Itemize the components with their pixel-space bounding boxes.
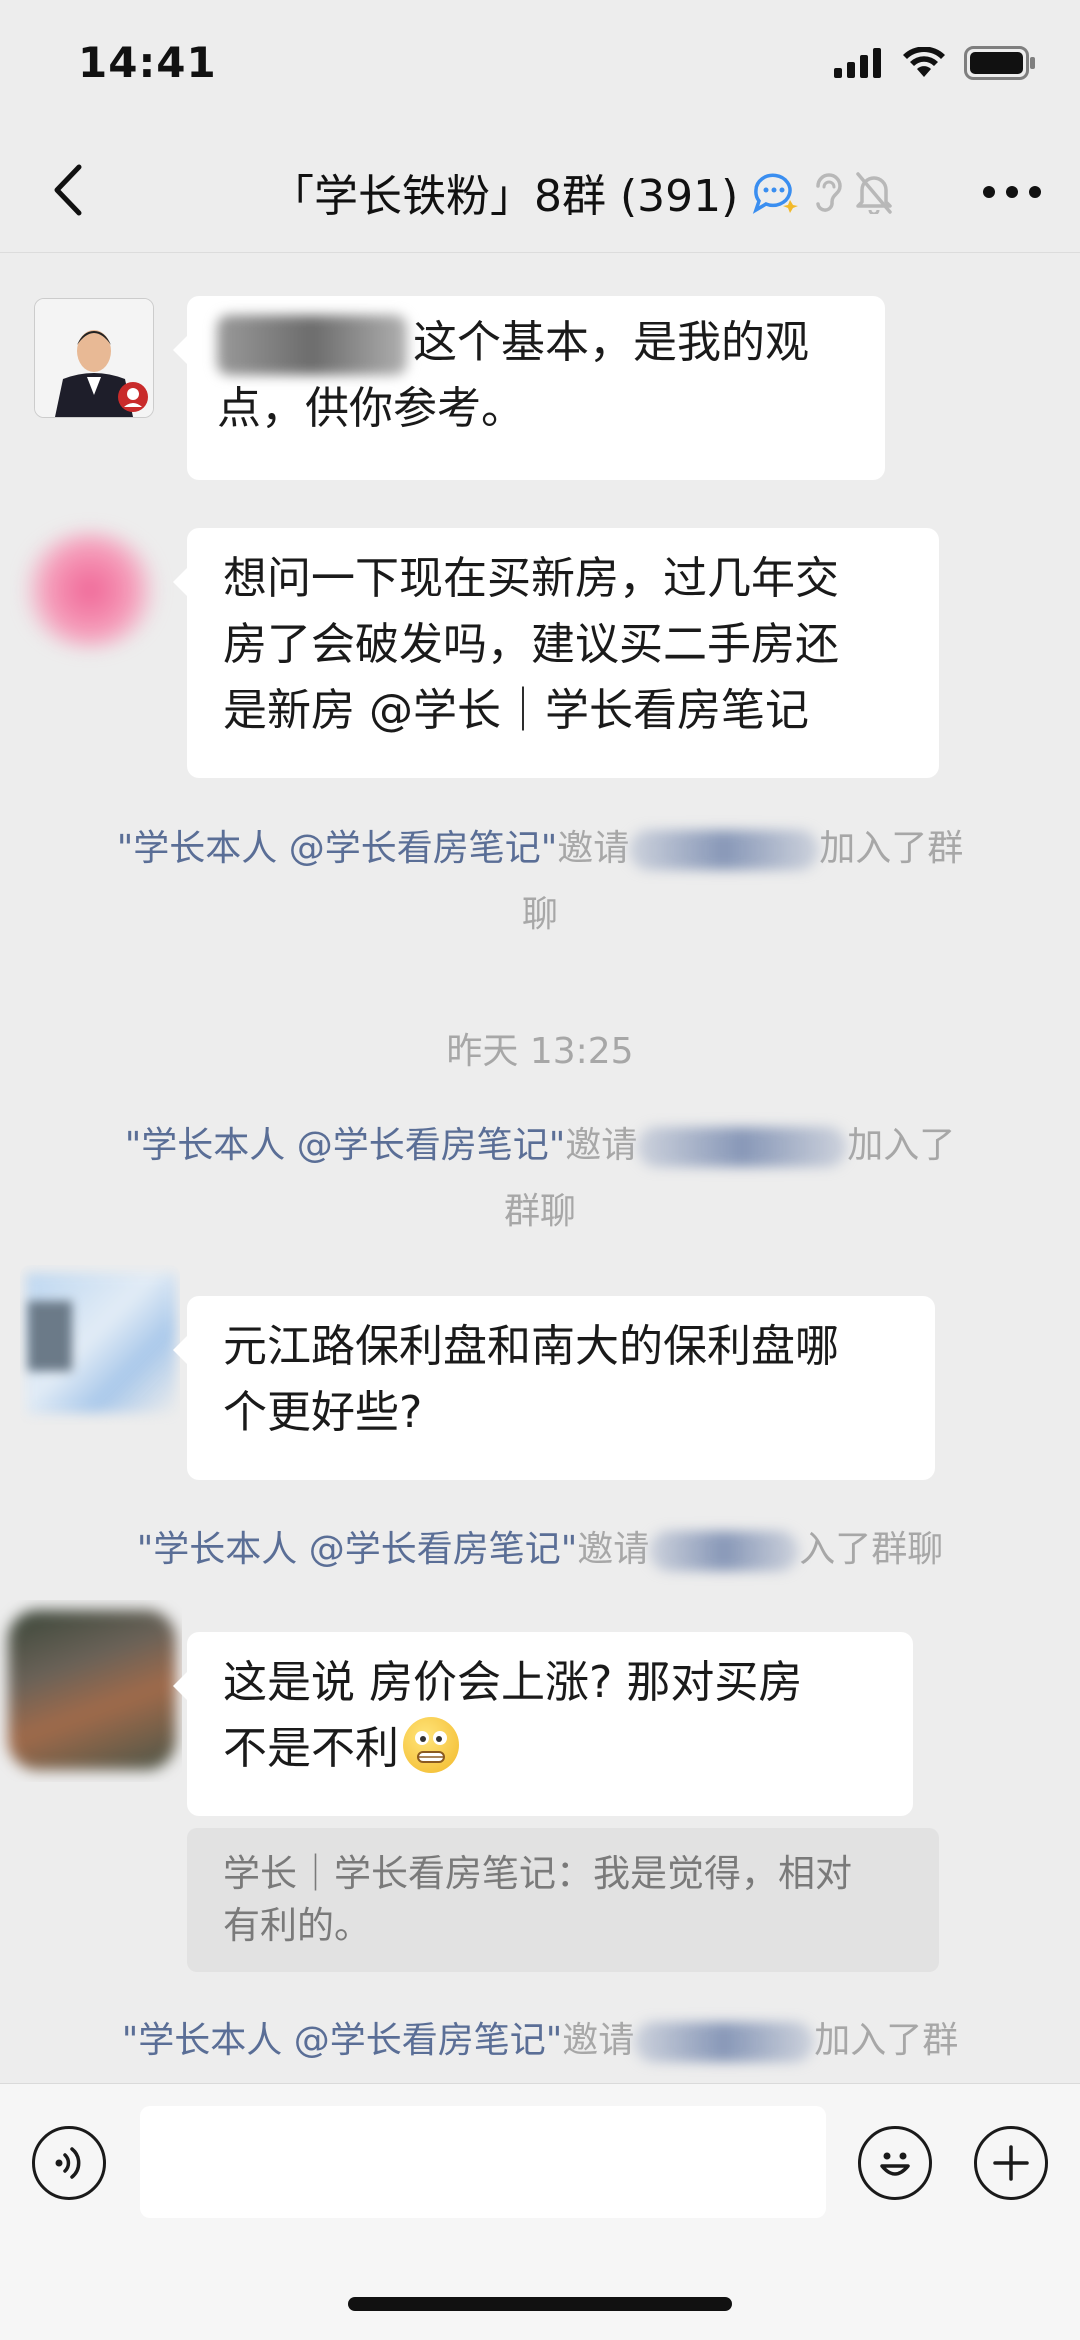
home-indicator[interactable] <box>348 2297 732 2311</box>
chat-header: 「学长铁粉」8群 (391) <box>0 130 1080 253</box>
chat-title: 「学长铁粉」8群 (391) <box>270 171 739 222</box>
message-bubble[interactable]: 这是说 房价会上涨? 那对买房 不是不利 <box>173 1632 913 1816</box>
inviter-link[interactable]: "学长本人 @学长看房笔记" <box>117 828 558 869</box>
avatar[interactable] <box>20 1265 180 1425</box>
voice-icon <box>55 2147 81 2179</box>
person-photo-icon <box>35 299 153 417</box>
back-button[interactable] <box>36 158 100 222</box>
ellipsis-icon <box>983 186 1041 198</box>
status-bar: 14:41 <box>0 0 1080 130</box>
cellular-signal-icon <box>834 48 881 78</box>
system-notice: "学长本人 @学长看房笔记"邀请 入了群聊 <box>136 1529 944 1571</box>
chat-title-group[interactable]: 「学长铁粉」8群 (391) <box>270 160 894 224</box>
timestamp: 昨天 13:25 <box>446 1031 634 1072</box>
grimace-emoji-icon <box>403 1717 459 1773</box>
plus-icon <box>993 2145 1029 2181</box>
emoji-icon <box>880 2152 910 2176</box>
chevron-left-icon <box>54 164 82 216</box>
avatar[interactable] <box>34 298 154 418</box>
quoted-reply[interactable]: 学长｜学长看房笔记：我是觉得，相对 有利的。 <box>187 1828 939 1972</box>
system-notice: "学长本人 @学长看房笔记"邀请 加入了群 聊 <box>116 828 964 935</box>
message-input[interactable] <box>140 2106 826 2218</box>
inviter-link[interactable]: "学长本人 @学长看房笔记" <box>137 1529 578 1570</box>
blurred-name <box>629 830 820 870</box>
blurred-mention <box>217 315 407 375</box>
system-notice: "学长本人 @学长看房笔记"邀请 加入了 群聊 <box>124 1125 956 1232</box>
inviter-link[interactable]: "学长本人 @学长看房笔记" <box>122 2020 563 2061</box>
status-time: 14:41 <box>78 38 217 87</box>
blurred-name <box>637 1127 848 1167</box>
blurred-name <box>649 1531 800 1571</box>
message-bubble[interactable]: 这个基本，是我的观 点，供你参考。 <box>173 296 885 480</box>
avatar[interactable] <box>10 510 175 675</box>
blurred-name <box>634 2022 815 2062</box>
plus-button[interactable] <box>974 2126 1048 2200</box>
ai-chat-icon <box>753 173 799 214</box>
inviter-link[interactable]: "学长本人 @学长看房笔记" <box>125 1125 566 1166</box>
more-button[interactable] <box>972 160 1052 224</box>
avatar[interactable] <box>0 1600 182 1782</box>
system-notice: "学长本人 @学长看房笔记"邀请 加入了群 <box>121 2020 959 2062</box>
ear-icon <box>816 173 843 212</box>
emoji-button[interactable] <box>858 2126 932 2200</box>
status-icons <box>834 46 1036 80</box>
voice-button[interactable] <box>32 2126 106 2200</box>
message-bubble[interactable]: 元江路保利盘和南大的保利盘哪 个更好些? <box>173 1296 935 1480</box>
wifi-icon <box>903 47 945 77</box>
battery-icon <box>964 46 1035 80</box>
mute-bell-icon <box>856 172 893 214</box>
message-bubble[interactable]: 想问一下现在买新房，过几年交 房了会破发吗，建议买二手房还 是新房 @学长｜学长… <box>173 528 939 778</box>
